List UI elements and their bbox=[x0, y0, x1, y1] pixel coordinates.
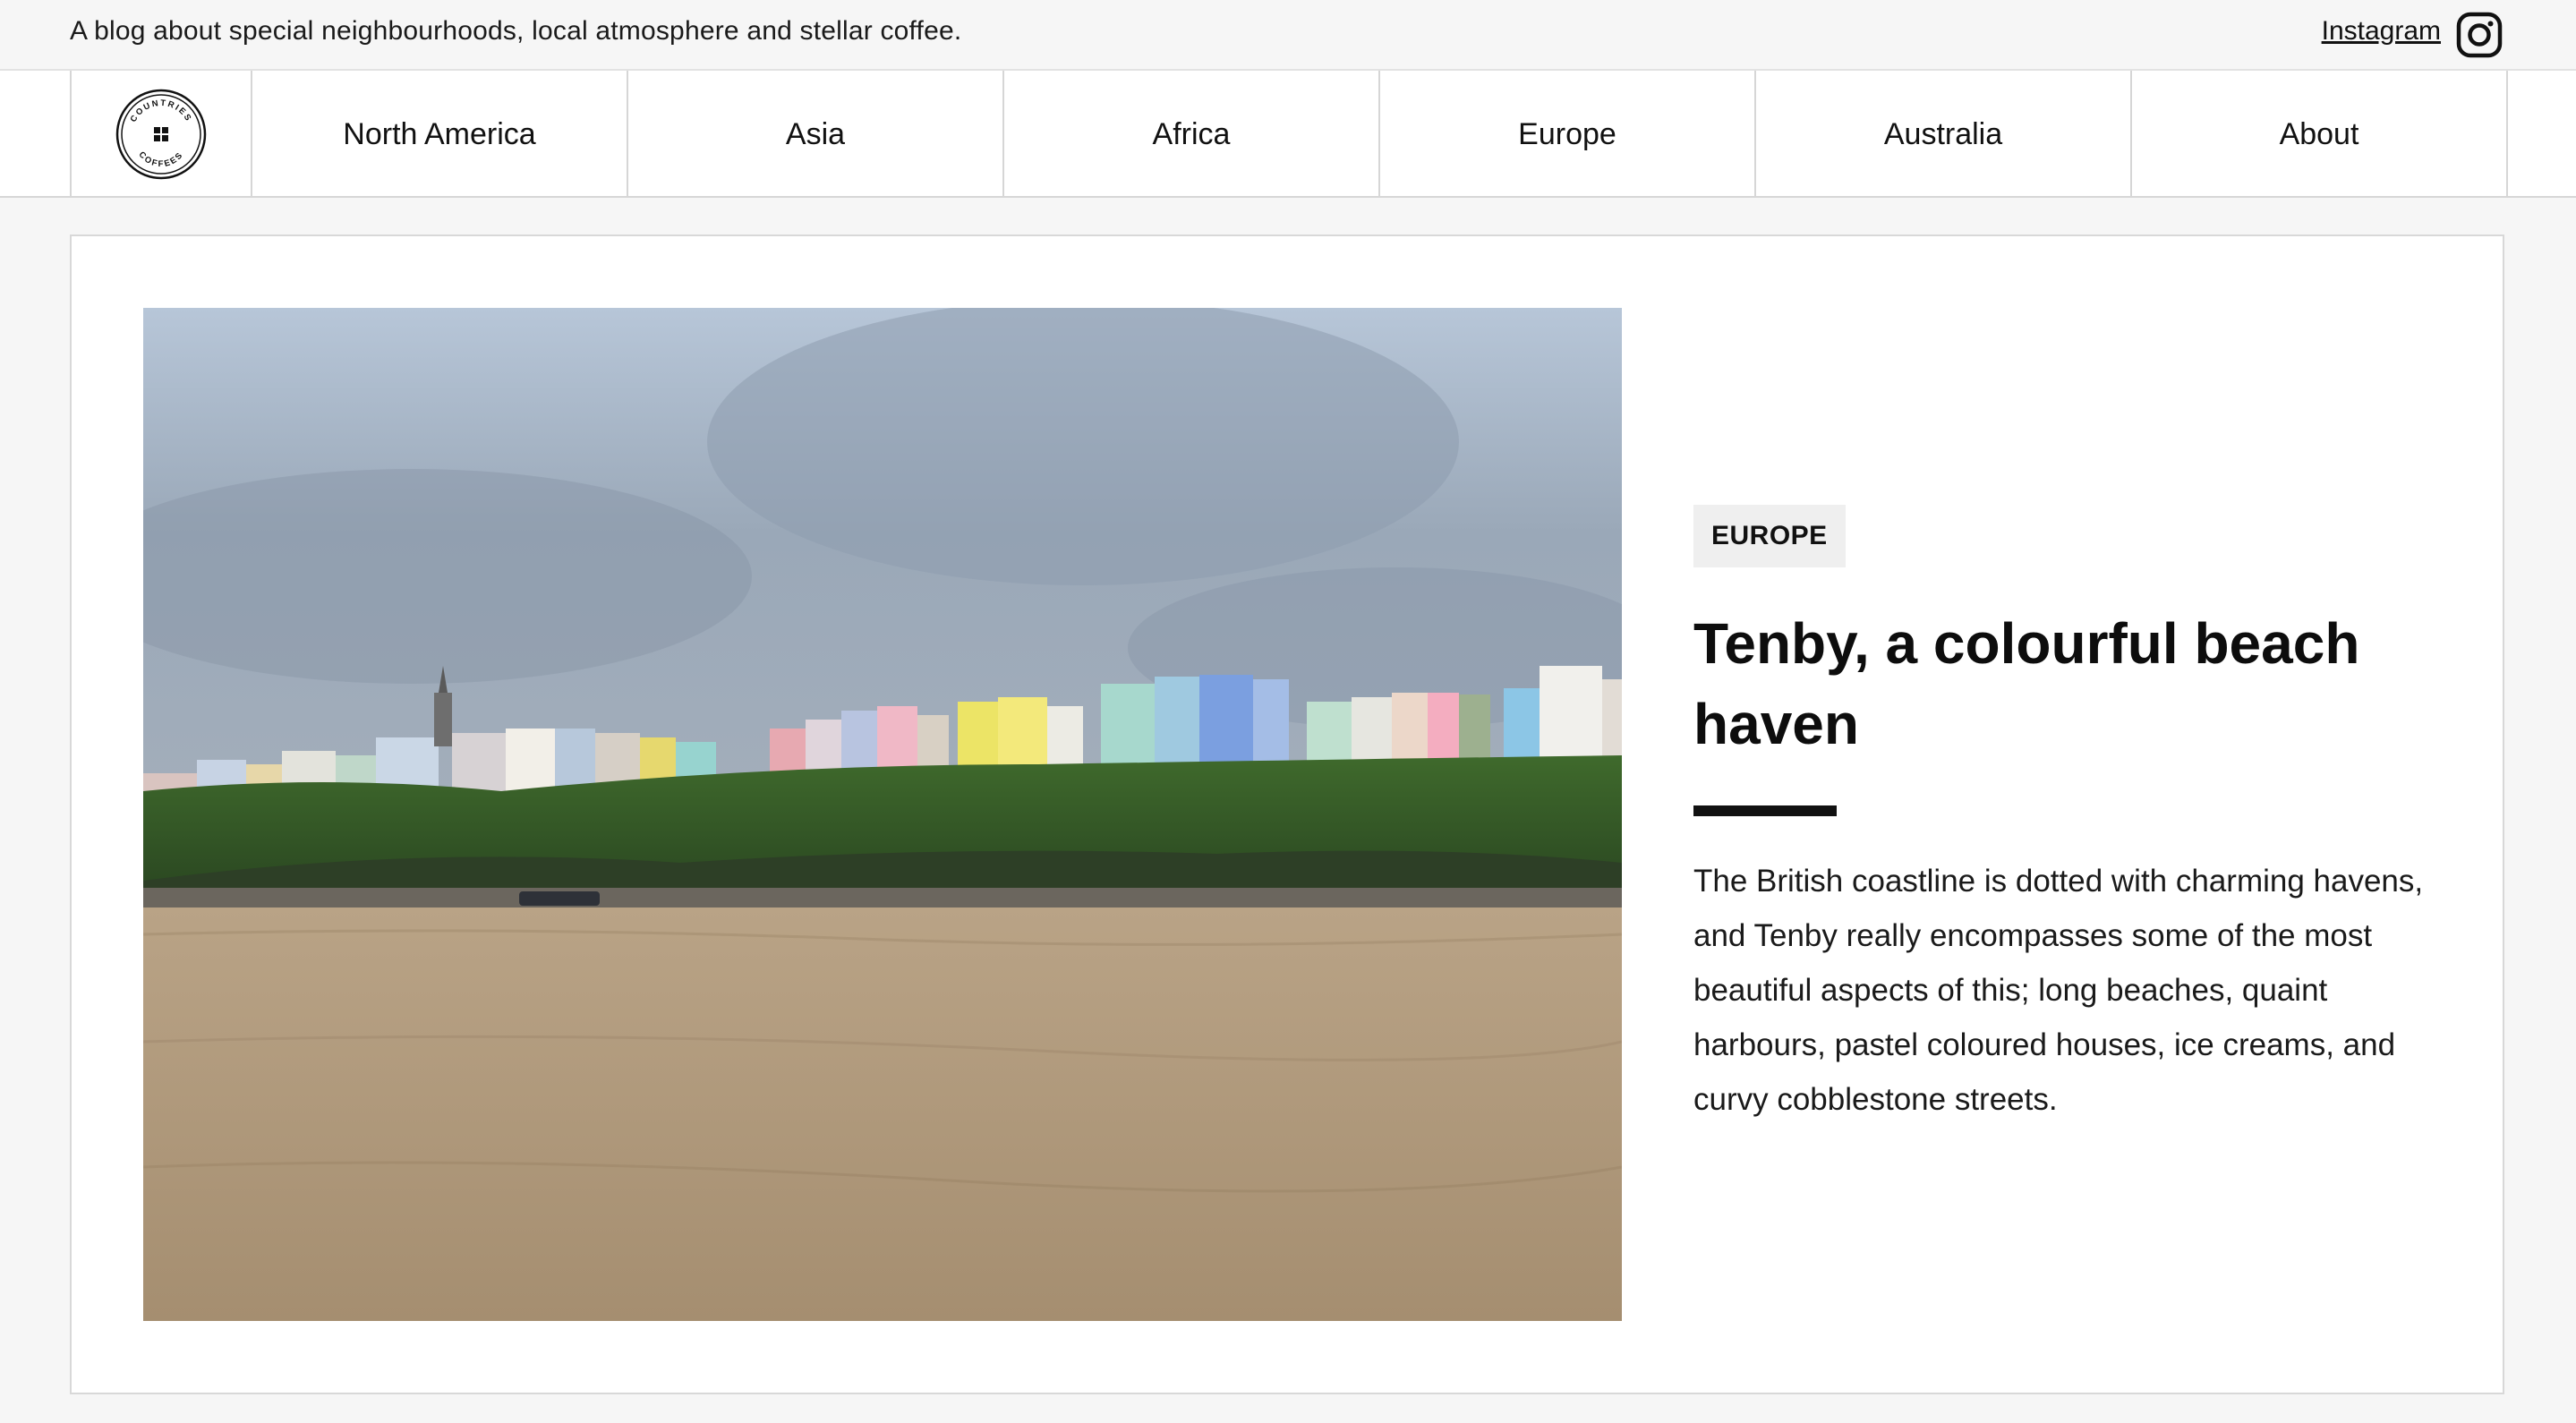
instagram-link[interactable]: Instagram bbox=[2322, 16, 2441, 47]
title-divider bbox=[1693, 805, 1837, 816]
nav-item-about[interactable]: About bbox=[2132, 71, 2508, 198]
nav-item-north-america[interactable]: North America bbox=[252, 71, 628, 198]
nav-item-australia[interactable]: Australia bbox=[1756, 71, 2132, 198]
logo-badge-icon: COUNTRIES COFFEES bbox=[115, 89, 207, 180]
site-tagline: A blog about special neighbourhoods, loc… bbox=[70, 16, 962, 46]
nav-item-europe[interactable]: Europe bbox=[1380, 71, 1756, 198]
main-nav: COUNTRIES COFFEES North America Asia Afr… bbox=[0, 71, 2576, 198]
top-bar: A blog about special neighbourhoods, loc… bbox=[0, 0, 2576, 71]
post-title[interactable]: Tenby, a colourful beach haven bbox=[1693, 603, 2463, 764]
nav-item-asia[interactable]: Asia bbox=[628, 71, 1004, 198]
instagram-icon[interactable] bbox=[2456, 12, 2503, 58]
site-logo[interactable]: COUNTRIES COFFEES bbox=[70, 71, 252, 198]
nav-item-africa[interactable]: Africa bbox=[1004, 71, 1380, 198]
featured-post-card: EUROPE Tenby, a colourful beach haven Th… bbox=[70, 234, 2504, 1394]
post-hero-image[interactable] bbox=[143, 308, 1622, 1321]
category-badge[interactable]: EUROPE bbox=[1693, 505, 1846, 567]
post-excerpt: The British coastline is dotted with cha… bbox=[1693, 864, 2424, 1117]
